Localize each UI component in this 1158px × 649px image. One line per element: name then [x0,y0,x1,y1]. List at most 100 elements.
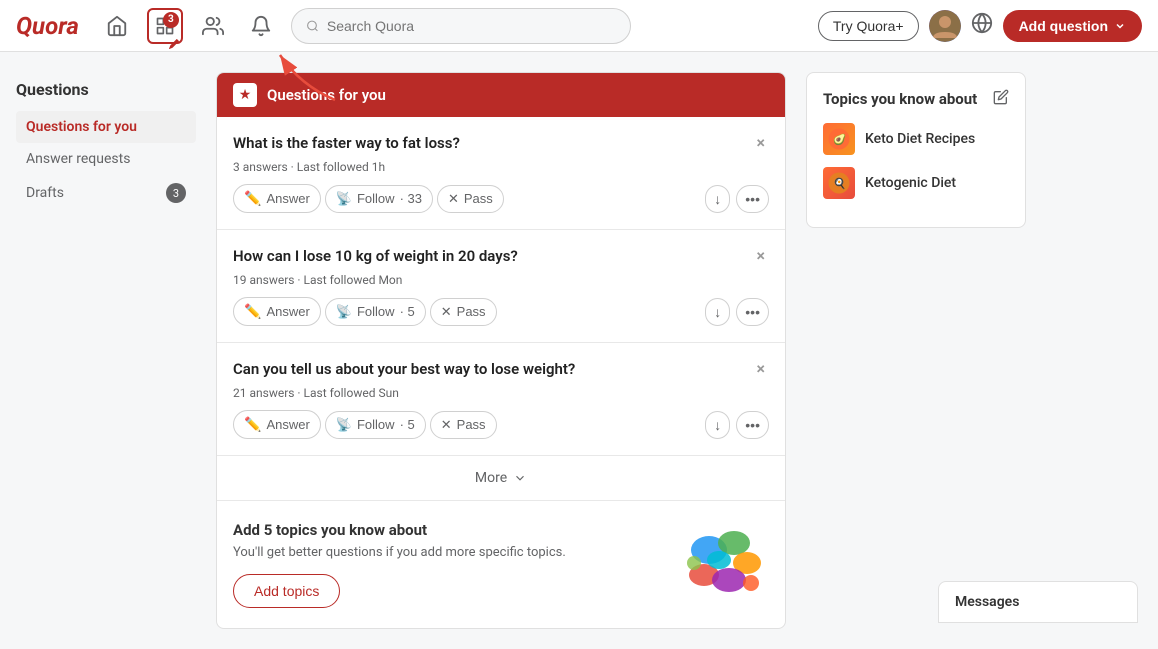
downvote-button[interactable]: ↓ [705,411,730,439]
follow-button[interactable]: 📡 Follow · 33 [325,185,433,213]
topic-name[interactable]: Ketogenic Diet [865,175,956,191]
avatar[interactable] [929,10,961,42]
right-panel: Topics you know about 🥑 Keto Diet Recipe… [806,72,1026,629]
question-item: What is the faster way to fat loss? × 3 … [217,117,785,230]
more-link[interactable]: More [475,470,527,486]
question-meta: 21 answers · Last followed Sun [233,386,769,400]
pass-label: Pass [457,417,486,432]
pass-icon: ✕ [441,417,452,433]
drafts-badge: 3 [166,183,186,203]
follow-icon: 📡 [336,304,352,320]
answer-label: Answer [266,304,309,319]
more-options-button[interactable]: ••• [736,411,769,439]
people-nav-icon[interactable] [195,8,231,44]
follow-label: Follow [357,304,395,319]
search-bar[interactable] [291,8,631,44]
topics-illustration [679,525,769,605]
question-meta: 19 answers · Last followed Mon [233,273,769,287]
pencil-overlay-icon [169,30,179,40]
right-panel-title: Topics you know about [823,89,1009,109]
topic-icon: 🥑 [823,123,855,155]
right-panel-title-text: Topics you know about [823,90,977,108]
topic-item: 🍳 Ketogenic Diet [823,167,1009,199]
notifications-nav-icon[interactable] [243,8,279,44]
pass-button[interactable]: ✕ Pass [430,411,497,439]
topics-card: Topics you know about 🥑 Keto Diet Recipe… [806,72,1026,228]
follow-button[interactable]: 📡 Follow · 5 [325,411,426,439]
follow-count: · 5 [400,304,415,319]
edit-icon[interactable] [993,89,1009,109]
answer-icon: ✏️ [244,416,261,433]
chevron-down-icon [1114,20,1126,32]
pass-label: Pass [457,304,486,319]
follow-count: · 33 [400,191,422,206]
pass-icon: ✕ [448,191,459,207]
panel-header-icon: ★ [233,83,257,107]
more-label: More [475,470,507,486]
sidebar-item-answer-requests[interactable]: Answer requests [16,143,196,175]
home-nav-icon[interactable] [99,8,135,44]
add-question-label: Add question [1019,18,1108,34]
extra-actions: ↓ ••• [705,298,769,326]
extra-actions: ↓ ••• [705,185,769,213]
answers-nav-icon[interactable]: 3 [147,8,183,44]
svg-text:🍳: 🍳 [833,177,846,190]
sidebar-item-drafts[interactable]: Drafts 3 [16,175,196,211]
answer-label: Answer [266,191,309,206]
chevron-down-icon [513,471,527,485]
question-item: Can you tell us about your best way to l… [217,343,785,456]
question-title: How can I lose 10 kg of weight in 20 day… [233,246,769,267]
sidebar-item-label: Drafts [26,185,64,201]
sidebar: Questions Questions for you Answer reque… [16,72,196,629]
close-button[interactable]: × [753,246,770,265]
downvote-button[interactable]: ↓ [705,298,730,326]
question-title-text: What is the faster way to fat loss? [233,133,753,154]
question-title-text: Can you tell us about your best way to l… [233,359,753,380]
search-input[interactable] [327,18,616,34]
header-right: Try Quora+ Add question [818,10,1142,42]
quora-logo[interactable]: Quora [16,12,79,40]
topic-icon: 🍳 [823,167,855,199]
topic-item: 🥑 Keto Diet Recipes [823,123,1009,155]
add-topics-text: Add 5 topics you know about You'll get b… [233,521,566,608]
follow-button[interactable]: 📡 Follow · 5 [325,298,426,326]
answer-button[interactable]: ✏️ Answer [233,410,321,439]
question-actions: ✏️ Answer 📡 Follow · 33 ✕ Pass ↓ ••• [233,184,769,213]
header: Quora 3 Try Quora+ Add question [0,0,1158,52]
close-button[interactable]: × [753,133,770,152]
add-topics-section: Add 5 topics you know about You'll get b… [217,501,785,628]
close-button[interactable]: × [753,359,770,378]
pass-button[interactable]: ✕ Pass [430,298,497,326]
main-panel: ★ Questions for you What is the faster w… [216,72,786,629]
question-title: What is the faster way to fat loss? × [233,133,769,154]
add-topics-button[interactable]: Add topics [233,574,340,608]
downvote-button[interactable]: ↓ [705,185,730,213]
search-icon [306,19,319,33]
more-options-button[interactable]: ••• [736,298,769,326]
question-title-text: How can I lose 10 kg of weight in 20 day… [233,246,753,267]
layout: Questions Questions for you Answer reque… [0,52,1158,649]
try-plus-button[interactable]: Try Quora+ [818,11,919,41]
answer-button[interactable]: ✏️ Answer [233,184,321,213]
follow-count: · 5 [400,417,415,432]
question-actions: ✏️ Answer 📡 Follow · 5 ✕ Pass ↓ ••• [233,297,769,326]
add-question-button[interactable]: Add question [1003,10,1142,42]
question-item: How can I lose 10 kg of weight in 20 day… [217,230,785,343]
follow-label: Follow [357,417,395,432]
add-topics-description: You'll get better questions if you add m… [233,545,566,560]
question-actions: ✏️ Answer 📡 Follow · 5 ✕ Pass ↓ ••• [233,410,769,439]
sidebar-item-questions-for-you[interactable]: Questions for you [16,111,196,143]
more-options-button[interactable]: ••• [736,185,769,213]
extra-actions: ↓ ••• [705,411,769,439]
more-section: More [217,456,785,501]
pass-button[interactable]: ✕ Pass [437,185,504,213]
topic-name[interactable]: Keto Diet Recipes [865,131,975,147]
answer-icon: ✏️ [244,303,261,320]
panel-header-title: Questions for you [267,86,386,104]
answer-label: Answer [266,417,309,432]
globe-icon[interactable] [971,12,993,39]
messages-panel[interactable]: Messages [938,581,1138,623]
answer-button[interactable]: ✏️ Answer [233,297,321,326]
questions-panel: ★ Questions for you What is the faster w… [216,72,786,629]
answers-badge: 3 [163,12,179,28]
